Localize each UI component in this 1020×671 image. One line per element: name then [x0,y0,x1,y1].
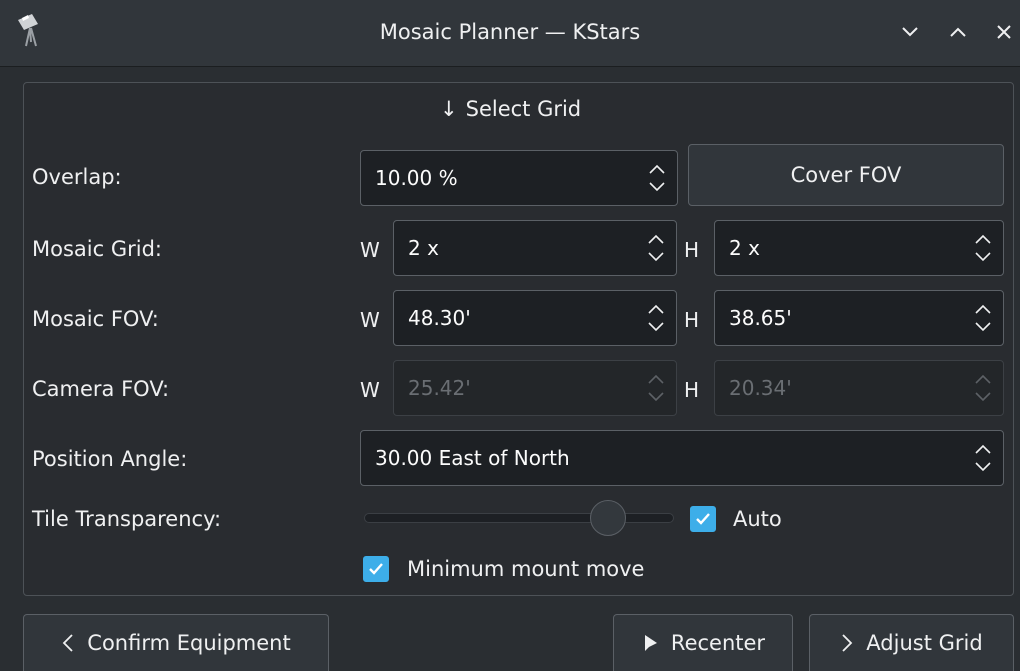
spin-arrows-icon[interactable] [973,440,993,476]
select-grid-label: Select Grid [465,97,582,121]
transparency-slider-handle[interactable] [590,500,626,536]
checkmark-icon [369,563,383,575]
close-icon [997,25,1011,39]
mosaic-grid-w-spinbox[interactable]: 2 x [393,220,677,276]
adjust-grid-label: Adjust Grid [866,631,983,655]
mosaic-fov-w-label: W [360,308,380,332]
mosaic-grid-label: Mosaic Grid: [32,237,162,261]
checkmark-icon [696,513,710,525]
select-grid-header[interactable]: ↓ Select Grid [440,97,581,121]
auto-checkbox[interactable] [690,506,716,532]
mosaic-grid-w-value: 2 x [408,236,439,260]
confirm-equipment-button[interactable]: Confirm Equipment [23,614,329,671]
mosaic-fov-h-label: H [684,308,700,332]
cover-fov-button[interactable]: Cover FOV [688,144,1004,206]
spin-arrows-icon[interactable] [646,230,666,266]
title-bar: Mosaic Planner — KStars [0,0,1020,67]
spin-arrows-icon[interactable] [646,300,666,336]
recenter-label: Recenter [670,631,766,655]
cursor-arrow-icon [644,635,657,651]
mosaic-grid-w-label: W [360,238,380,262]
transparency-slider-track[interactable] [364,513,674,523]
mosaic-fov-h-spinbox[interactable]: 38.65' [714,290,1004,346]
recenter-button[interactable]: Recenter [613,614,793,671]
maximize-button[interactable] [944,18,972,46]
position-angle-label: Position Angle: [32,447,188,471]
overlap-spinbox[interactable]: 10.00 % [360,150,678,206]
spin-arrows-icon [648,374,664,402]
camera-fov-h-spinbox: 20.34' [714,360,1004,416]
auto-label: Auto [733,507,782,531]
chevron-up-icon [950,27,966,37]
minimize-button[interactable] [896,18,924,46]
chevron-left-icon [63,634,73,652]
camera-fov-w-label: W [360,378,380,402]
spin-arrows-icon[interactable] [973,300,993,336]
adjust-grid-button[interactable]: Adjust Grid [809,614,1014,671]
camera-fov-w-value: 25.42' [408,376,471,400]
confirm-equipment-label: Confirm Equipment [87,631,291,655]
camera-fov-h-value: 20.34' [729,376,792,400]
chevron-down-icon [902,27,918,37]
mosaic-fov-label: Mosaic FOV: [32,307,159,331]
minimum-mount-move-checkbox[interactable] [363,556,389,582]
minimum-mount-move-label: Minimum mount move [407,557,645,581]
window-title: Mosaic Planner — KStars [379,20,641,44]
mosaic-fov-w-spinbox[interactable]: 48.30' [393,290,677,346]
position-angle-value: 30.00 East of North [375,446,570,470]
arrow-down-icon: ↓ [440,97,458,121]
spin-arrows-icon [975,374,991,402]
overlap-label: Overlap: [32,165,122,189]
mosaic-grid-h-spinbox[interactable]: 2 x [714,220,1004,276]
close-button[interactable] [990,18,1018,46]
mosaic-fov-w-value: 48.30' [408,306,471,330]
spin-arrows-icon[interactable] [647,160,667,196]
mosaic-grid-h-label: H [684,238,700,262]
overlap-value: 10.00 % [375,166,458,190]
camera-fov-h-label: H [684,378,700,402]
camera-fov-w-spinbox: 25.42' [393,360,677,416]
cover-fov-label: Cover FOV [790,163,902,187]
camera-fov-label: Camera FOV: [32,377,170,401]
tile-transparency-label: Tile Transparency: [32,507,222,531]
chevron-right-icon [842,634,853,652]
mosaic-grid-h-value: 2 x [729,236,760,260]
position-angle-spinbox[interactable]: 30.00 East of North [360,430,1004,486]
spin-arrows-icon[interactable] [973,230,993,266]
mosaic-fov-h-value: 38.65' [729,306,792,330]
